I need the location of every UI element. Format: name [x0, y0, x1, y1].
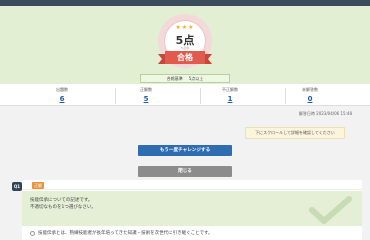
stat-link[interactable]: 5 — [116, 95, 176, 103]
result-panel: ★★★ 5点 5点中 合格 合格基準 5点以上 — [0, 6, 370, 84]
pass-line-box: 合格基準 5点以上 — [140, 74, 230, 83]
question-text: 不適切なものを1つ選びなさい。 — [30, 205, 96, 210]
question-number: Q1 — [12, 182, 22, 191]
pass-line-label: 合格基準 — [166, 76, 183, 81]
stat-link[interactable]: 6 — [32, 95, 92, 103]
stat-label: 正解数 — [140, 87, 152, 92]
stat-label: 不正解数 — [222, 87, 238, 92]
stat-correct: 正解数 5 — [116, 87, 176, 103]
answered-timestamp: 解答日時 2023/04/06 15:48 — [298, 111, 352, 116]
option-radio[interactable] — [30, 231, 35, 236]
stat-unanswered: 未解答数 0 — [280, 87, 340, 103]
question-text: 技能伝承についての記述です。 — [30, 198, 93, 203]
question-body: 技能伝承についての記述です。 不適切なものを1つ選びなさい。 — [22, 191, 362, 226]
question-card: 正解 技能伝承についての記述です。 不適切なものを1つ選びなさい。 技能伝承とは… — [22, 180, 362, 240]
stat-questions: 出題数 6 — [32, 87, 92, 103]
stars-icon: ★★★ — [175, 24, 195, 31]
option-text[interactable]: 技能伝承とは、熟練技能者が長年培ってきた知識・技術を次世代に引き継ぐことです。 — [38, 230, 213, 236]
stat-link[interactable]: 0 — [280, 95, 340, 103]
result-badge: 正解 — [32, 182, 44, 189]
checkmark-icon — [309, 196, 352, 224]
scroll-hint: 下にスクロールして詳細を確認してください — [245, 127, 345, 139]
stat-label: 出題数 — [56, 87, 68, 92]
stat-link[interactable]: 1 — [200, 95, 260, 103]
pass-ribbon: 合格 — [158, 51, 212, 64]
pass-line-value: 5点以上 — [188, 76, 204, 81]
question-header: 正解 — [22, 180, 362, 190]
stat-incorrect: 不正解数 1 — [200, 87, 260, 103]
retry-button[interactable]: もう一度チャレンジする — [138, 145, 232, 156]
stat-label: 未解答数 — [302, 87, 318, 92]
close-button[interactable]: 閉じる — [138, 166, 232, 177]
score-sub: 5点中 — [181, 46, 189, 50]
stats-bar: 出題数 6 正解数 5 不正解数 1 未解答数 0 — [0, 84, 370, 106]
